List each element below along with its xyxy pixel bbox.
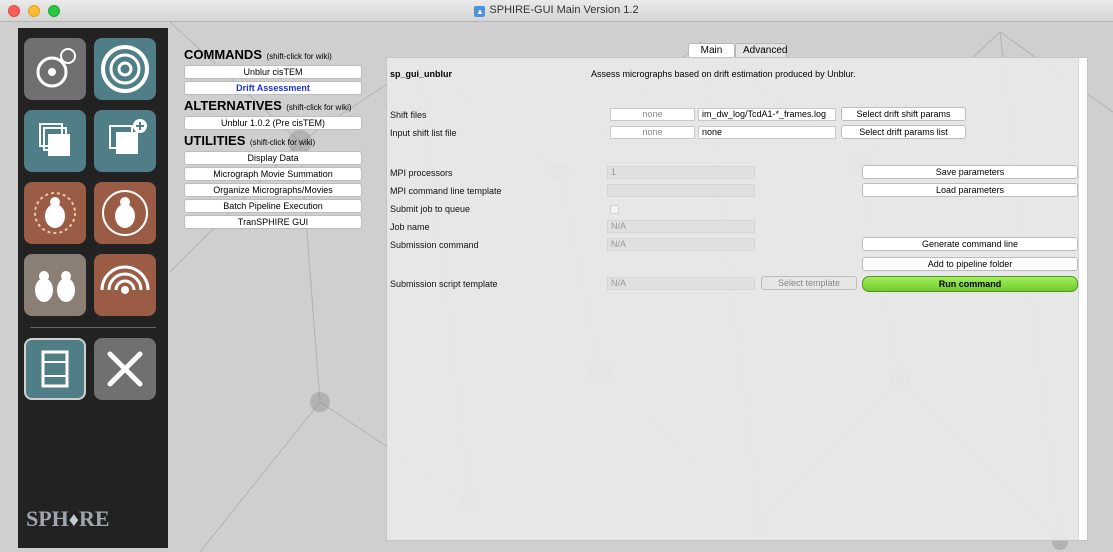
- submission-command-label: Submission command: [390, 240, 479, 250]
- command-list: COMMANDS (shift-click for wiki) Unblur c…: [184, 46, 364, 231]
- mpi-processors-label: MPI processors: [390, 168, 453, 178]
- util-display-data-button[interactable]: Display Data: [184, 151, 362, 165]
- save-parameters-button[interactable]: Save parameters: [862, 165, 1078, 179]
- tile-tools[interactable]: [94, 338, 156, 400]
- tile-gears[interactable]: [24, 38, 86, 100]
- panel-scrollbar[interactable]: [1078, 58, 1087, 540]
- commands-header: COMMANDS (shift-click for wiki): [184, 47, 332, 62]
- window-titlebar: ▲ SPHIRE-GUI Main Version 1.2: [0, 0, 1113, 22]
- stack-add-icon: [109, 119, 147, 154]
- target-icon: [101, 45, 149, 93]
- stack-icon: [39, 123, 70, 156]
- shift-files-none-field[interactable]: none: [610, 108, 695, 121]
- tools-icon: [107, 351, 143, 387]
- load-parameters-button[interactable]: Load parameters: [862, 183, 1078, 197]
- util-organize-micrographs-button[interactable]: Organize Micrographs/Movies: [184, 183, 362, 197]
- signal-icon: [100, 265, 150, 294]
- submission-command-input[interactable]: N/A: [607, 238, 755, 251]
- generate-command-line-button[interactable]: Generate command line: [862, 237, 1078, 251]
- mpi-template-input[interactable]: [607, 184, 755, 197]
- sidebar-divider: [30, 327, 156, 328]
- particle-burst-icon: [34, 192, 76, 234]
- tile-signal[interactable]: [94, 254, 156, 316]
- select-drift-shift-params-button[interactable]: Select drift shift params: [841, 107, 966, 121]
- select-template-button[interactable]: Select template: [761, 276, 857, 290]
- input-shift-list-none-field[interactable]: none: [610, 126, 695, 139]
- sphire-logo: SPH♦RE: [26, 506, 110, 531]
- app-icon: ▲: [474, 6, 486, 17]
- util-movie-summation-button[interactable]: Micrograph Movie Summation: [184, 167, 362, 181]
- tile-film[interactable]: [24, 338, 86, 400]
- program-description: Assess micrographs based on drift estima…: [591, 69, 856, 79]
- diamond-icon: ♦: [68, 509, 80, 531]
- util-transphire-gui-button[interactable]: TranSPHIRE GUI: [184, 215, 362, 229]
- mpi-processors-input[interactable]: 1: [607, 166, 755, 179]
- mpi-template-label: MPI command line template: [390, 186, 502, 196]
- tile-particle-burst[interactable]: [24, 182, 86, 244]
- cmd-unblur-cistem-button[interactable]: Unblur cisTEM: [184, 65, 362, 79]
- particle-rotate-icon: [102, 190, 148, 236]
- alternatives-header: ALTERNATIVES (shift-click for wiki): [184, 98, 352, 113]
- shift-files-label: Shift files: [390, 110, 427, 120]
- job-name-label: Job name: [390, 222, 430, 232]
- job-name-input[interactable]: N/A: [607, 220, 755, 233]
- tile-stack[interactable]: [24, 110, 86, 172]
- utilities-header: UTILITIES (shift-click for wiki): [184, 133, 316, 148]
- submit-queue-checkbox[interactable]: [610, 205, 619, 214]
- submission-script-input[interactable]: N/A: [607, 277, 755, 290]
- submission-script-label: Submission script template: [390, 279, 498, 289]
- tile-target[interactable]: [94, 38, 156, 100]
- tile-stack-add[interactable]: [94, 110, 156, 172]
- particles-pair-icon: [35, 271, 75, 302]
- film-icon: [41, 350, 69, 388]
- gears-icon: [36, 48, 76, 88]
- shift-files-input[interactable]: im_dw_log/TcdA1-*_frames.log: [698, 108, 836, 121]
- submit-queue-label: Submit job to queue: [390, 204, 471, 214]
- input-shift-list-input[interactable]: none: [698, 126, 836, 139]
- tool-sidebar: SPH♦RE: [18, 28, 168, 548]
- input-shift-list-label: Input shift list file: [390, 128, 457, 138]
- add-to-pipeline-folder-button[interactable]: Add to pipeline folder: [862, 257, 1078, 271]
- select-drift-params-list-button[interactable]: Select drift params list: [841, 125, 966, 139]
- run-command-button[interactable]: Run command: [862, 276, 1078, 292]
- window-title: SPHIRE-GUI Main Version 1.2: [489, 4, 639, 16]
- tile-particles-pair[interactable]: [24, 254, 86, 316]
- alt-unblur-102-button[interactable]: Unblur 1.0.2 (Pre cisTEM): [184, 116, 362, 130]
- tile-particle-rotate[interactable]: [94, 182, 156, 244]
- program-name: sp_gui_unblur: [390, 69, 453, 79]
- util-batch-pipeline-button[interactable]: Batch Pipeline Execution: [184, 199, 362, 213]
- cmd-drift-assessment-button[interactable]: Drift Assessment: [184, 81, 362, 95]
